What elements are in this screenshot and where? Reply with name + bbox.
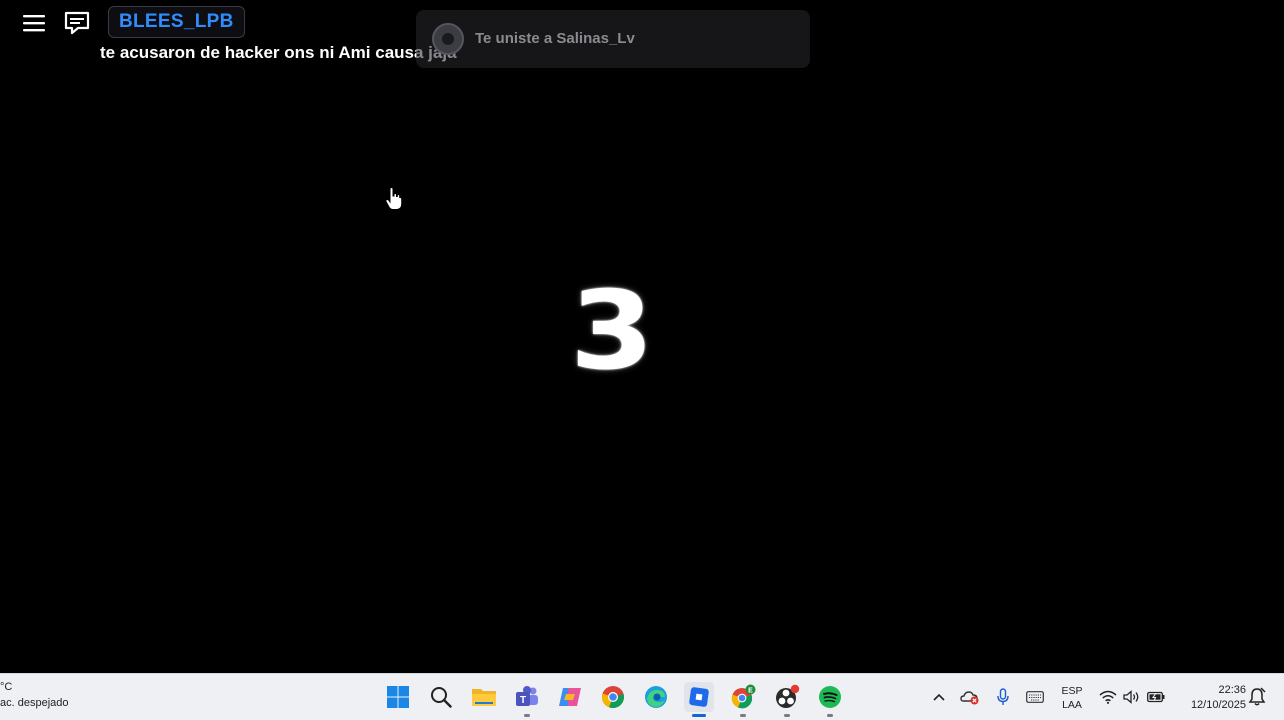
- player-name-tag: BLEES_LPB: [108, 6, 245, 38]
- system-clock[interactable]: 22:36 12/10/2025: [1176, 683, 1246, 713]
- copilot-icon[interactable]: [555, 682, 585, 712]
- weather-temperature: °C: [0, 681, 13, 693]
- game-viewport[interactable]: BLEES_LPB te acusaron de hacker ons ni A…: [0, 0, 1284, 673]
- file-explorer-icon[interactable]: [469, 682, 499, 712]
- search-icon[interactable]: [426, 682, 456, 712]
- avatar: [432, 23, 464, 55]
- obs-icon[interactable]: [772, 682, 802, 717]
- keyboard-layout: LAA: [1062, 699, 1082, 711]
- hand-cursor-icon: [385, 187, 403, 210]
- join-notification: Te uniste a Salinas_Lv: [416, 10, 810, 68]
- spotify-icon[interactable]: [815, 682, 845, 717]
- weather-condition: ac. despejado: [0, 697, 69, 709]
- input-language[interactable]: ESP LAA: [1058, 684, 1086, 712]
- edge-icon[interactable]: [641, 682, 671, 712]
- notification-bell-icon[interactable]: [1248, 687, 1266, 707]
- start-icon[interactable]: [383, 682, 413, 712]
- chevron-up-icon[interactable]: [929, 686, 949, 708]
- chat-icon[interactable]: [59, 8, 95, 38]
- join-notification-text: Te uniste a Salinas_Lv: [475, 30, 635, 47]
- taskbar: °C ac. despejado T E ESP LAA 22:36 12/10…: [0, 673, 1284, 720]
- svg-text:E: E: [748, 687, 753, 694]
- chrome-icon[interactable]: [598, 682, 628, 712]
- volume-icon[interactable]: [1122, 686, 1142, 708]
- onedrive-icon[interactable]: [960, 686, 980, 708]
- keyboard-icon[interactable]: [1025, 686, 1045, 708]
- battery-icon[interactable]: [1146, 686, 1166, 708]
- microphone-icon[interactable]: [993, 686, 1013, 708]
- clock-time: 22:36: [1218, 684, 1246, 696]
- chrome-profile-icon[interactable]: E: [728, 682, 758, 717]
- weather-widget[interactable]: °C ac. despejado: [0, 679, 69, 711]
- roblox-icon[interactable]: [684, 682, 714, 717]
- countdown-number: 3: [569, 269, 655, 394]
- chat-message: te acusaron de hacker ons ni Ami causa j…: [100, 43, 457, 62]
- svg-text:T: T: [520, 695, 526, 706]
- wifi-icon[interactable]: [1098, 686, 1118, 708]
- hamburger-menu-icon[interactable]: [16, 8, 52, 38]
- language-code: ESP: [1061, 685, 1083, 697]
- teams-icon[interactable]: T: [512, 682, 542, 717]
- clock-date: 12/10/2025: [1190, 699, 1246, 711]
